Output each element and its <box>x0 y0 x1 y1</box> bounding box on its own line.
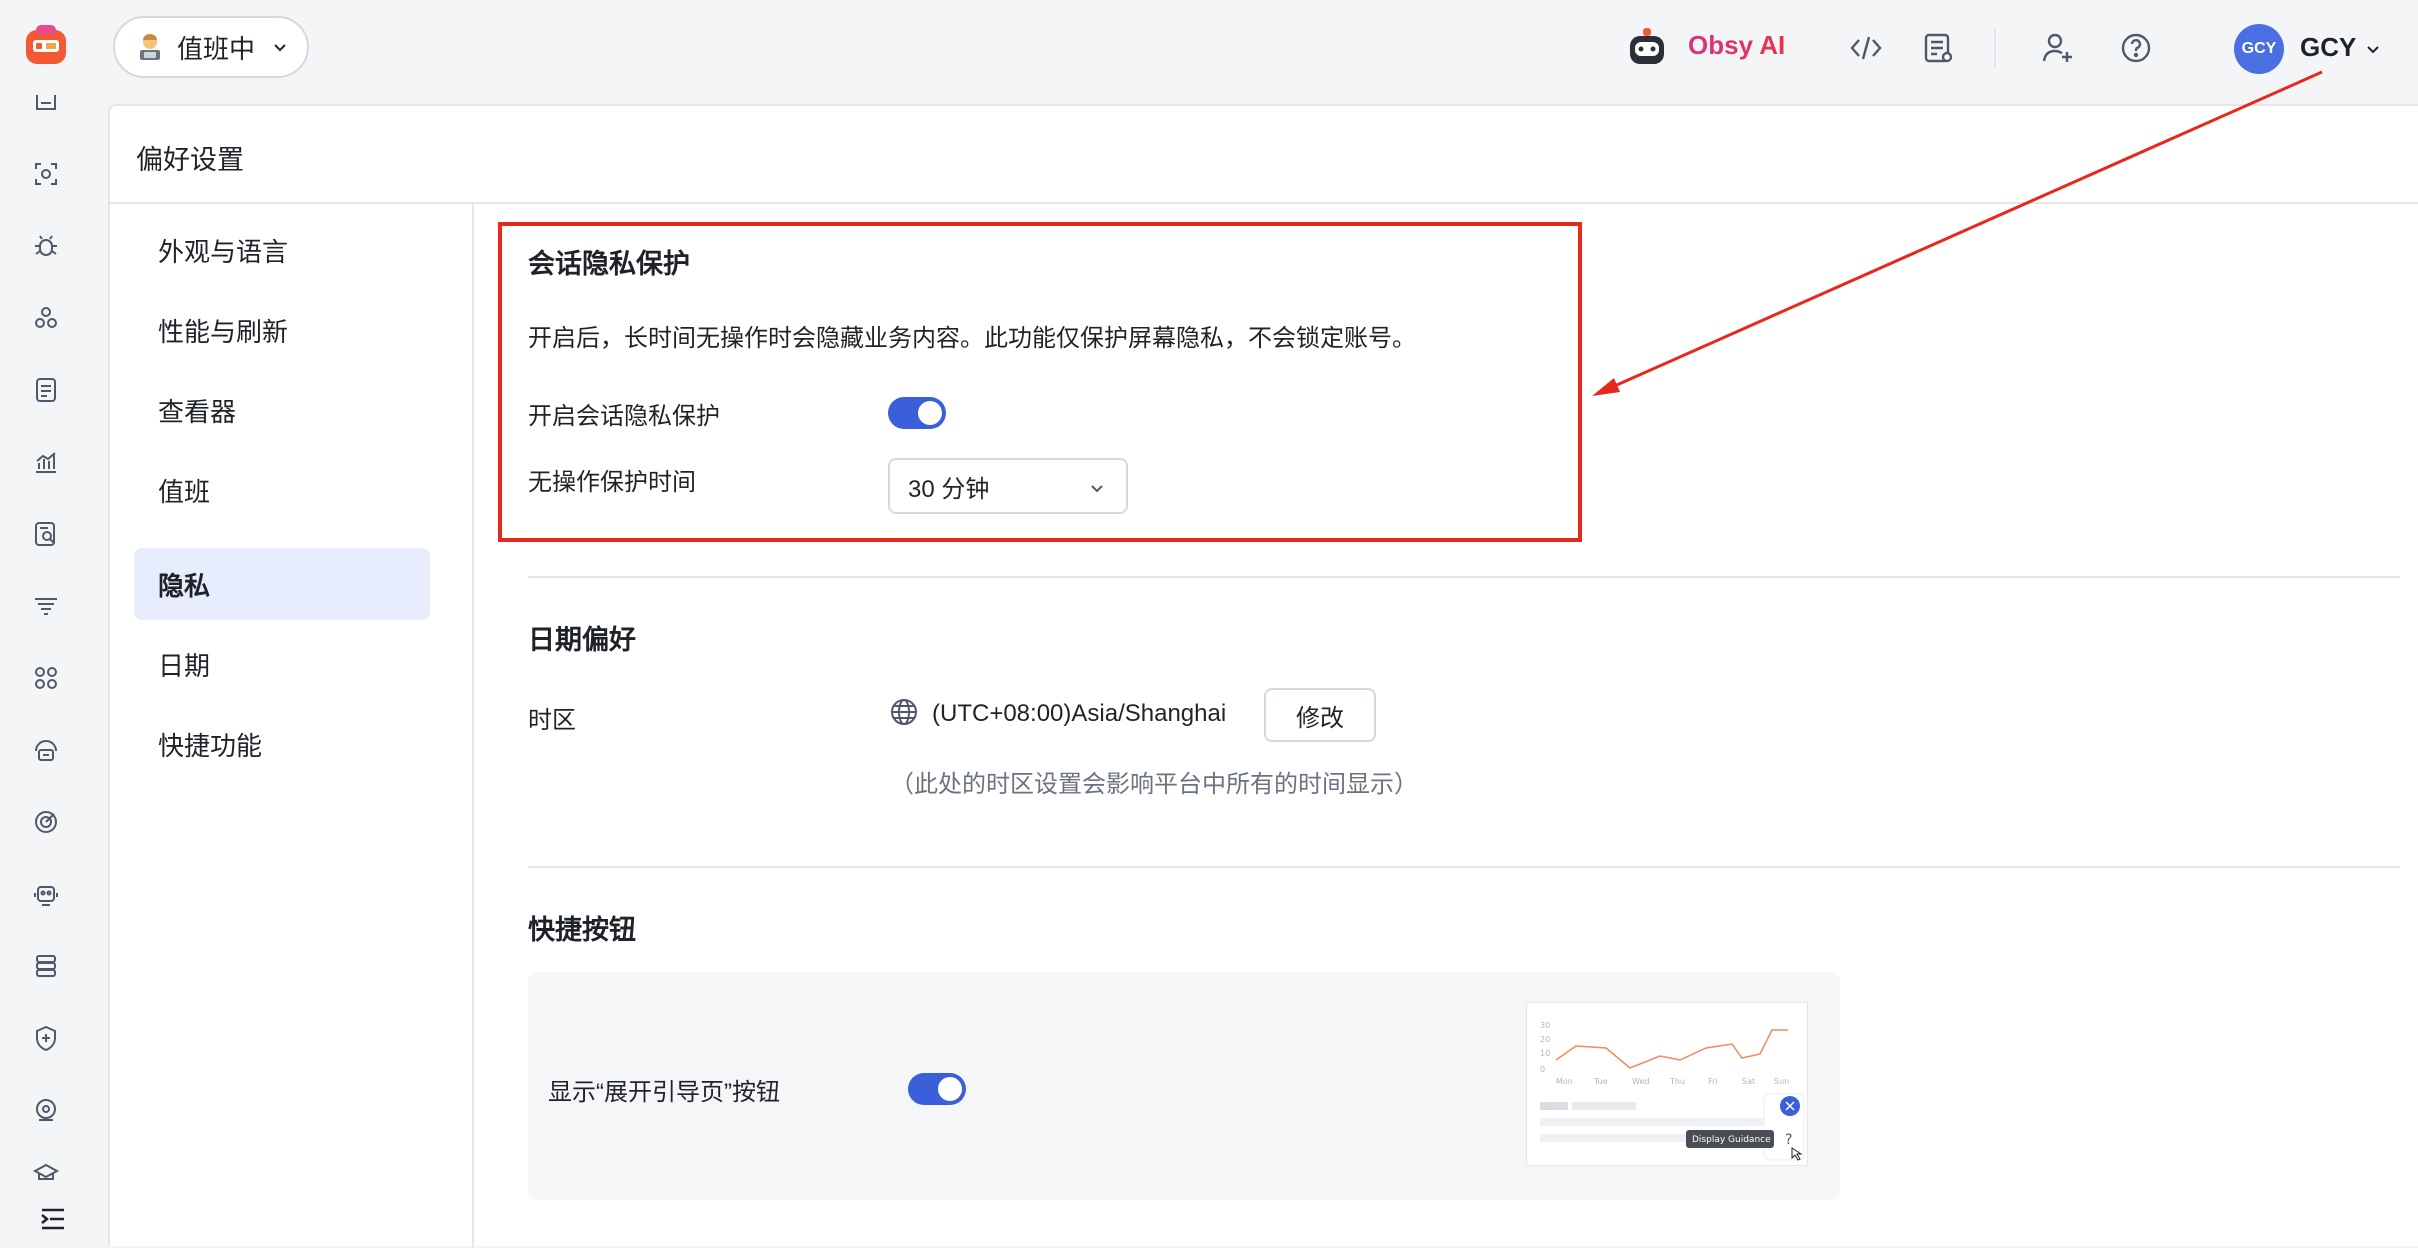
apps-grid-icon[interactable] <box>28 660 64 696</box>
filter-lines-icon[interactable] <box>28 588 64 624</box>
code-icon[interactable] <box>1846 28 1886 68</box>
user-name[interactable]: GCY <box>2300 32 2356 63</box>
nav-item-viewer[interactable]: 查看器 <box>134 374 430 446</box>
privacy-timeout-label: 无操作保护时间 <box>528 469 696 496</box>
user-avatar[interactable]: GCY <box>2234 24 2284 74</box>
search-report-icon[interactable] <box>28 516 64 552</box>
scan-target-icon[interactable] <box>28 156 64 192</box>
hat-icon[interactable] <box>28 1160 64 1184</box>
left-icon-rail <box>0 0 92 1246</box>
preview-axis-day: Thu <box>1669 1077 1685 1086</box>
svg-text:?: ? <box>1785 1132 1792 1148</box>
cloud-service-icon[interactable] <box>28 732 64 768</box>
panel-header: 偏好设置 <box>110 106 2418 204</box>
timezone-value: (UTC+08:00)Asia/Shanghai <box>932 700 1227 727</box>
edit-timezone-button[interactable]: 修改 <box>1264 688 1376 742</box>
nav-item-duty[interactable]: 值班 <box>134 454 430 526</box>
date-section-title: 日期偏好 <box>528 625 636 655</box>
app-logo[interactable] <box>24 24 68 68</box>
privacy-section-title: 会话隐私保护 <box>528 249 690 279</box>
duty-status-label: 值班中 <box>177 33 256 64</box>
document-icon[interactable] <box>28 372 64 408</box>
help-icon[interactable] <box>2116 28 2156 68</box>
privacy-timeout-value: 30 分钟 <box>908 475 990 503</box>
preview-tooltip: Display Guidance <box>1692 1135 1771 1145</box>
privacy-description: 开启后，长时间无操作时会隐藏业务内容。此功能仅保护屏幕隐私，不会锁定账号。 <box>528 325 1416 352</box>
notes-icon[interactable] <box>1918 28 1958 68</box>
bug-icon[interactable] <box>28 228 64 264</box>
nav-item-shortcuts[interactable]: 快捷功能 <box>134 708 430 780</box>
chevron-down-icon <box>1091 485 1103 493</box>
preview-axis-tick: 30 <box>1540 1021 1550 1030</box>
cluster-icon[interactable] <box>28 300 64 336</box>
obsy-ai-label[interactable]: Obsy AI <box>1688 30 1785 61</box>
duty-status-button[interactable]: 值班中 <box>113 16 309 78</box>
guide-toggle-label: 显示“展开引导页”按钮 <box>548 1079 780 1106</box>
preview-axis-tick: 20 <box>1540 1035 1550 1044</box>
section-divider <box>528 866 2400 868</box>
privacy-toggle[interactable] <box>888 397 946 429</box>
quick-section-title: 快捷按钮 <box>528 915 636 945</box>
section-divider <box>528 576 2400 578</box>
topbar-divider <box>1994 28 1996 68</box>
preferences-nav: 外观与语言 性能与刷新 查看器 值班 隐私 日期 快捷功能 <box>110 204 474 1248</box>
timezone-label: 时区 <box>528 707 576 734</box>
nav-item-privacy[interactable]: 隐私 <box>134 548 430 620</box>
preview-axis-day: Fri <box>1708 1077 1718 1086</box>
preview-axis-day: Sun <box>1774 1077 1789 1086</box>
preview-axis-tick: 10 <box>1540 1049 1550 1058</box>
obsy-ai-robot-icon[interactable] <box>1622 22 1672 72</box>
add-user-icon[interactable] <box>2038 28 2078 68</box>
preview-axis-tick: 0 <box>1540 1065 1545 1074</box>
robot-icon[interactable] <box>28 876 64 912</box>
preview-axis-day: Wed <box>1632 1077 1649 1086</box>
preview-axis-day: Mon <box>1556 1077 1573 1086</box>
collapse-menu-icon[interactable] <box>36 1202 70 1236</box>
globe-icon <box>888 696 920 728</box>
timezone-note: （此处的时区设置会影响平台中所有的时间显示） <box>890 771 1418 798</box>
user-menu-chevron-icon[interactable] <box>2364 40 2382 58</box>
camera-icon[interactable] <box>28 1092 64 1128</box>
privacy-timeout-select[interactable]: 30 分钟 <box>888 458 1128 514</box>
page-title: 偏好设置 <box>136 145 244 175</box>
nav-item-performance[interactable]: 性能与刷新 <box>134 294 430 366</box>
nav-item-appearance[interactable]: 外观与语言 <box>134 214 430 286</box>
list-icon[interactable] <box>28 86 64 122</box>
nav-item-date[interactable]: 日期 <box>134 628 430 700</box>
radar-icon[interactable] <box>28 804 64 840</box>
technologist-emoji-icon <box>140 34 160 60</box>
layers-icon[interactable] <box>28 948 64 984</box>
preview-axis-day: Tue <box>1593 1077 1608 1086</box>
chevron-down-icon <box>274 44 286 52</box>
privacy-toggle-label: 开启会话隐私保护 <box>528 403 720 430</box>
guidance-preview-image: 30 20 10 0 Mon Tue Wed Thu Fri Sat Sun D… <box>1526 1002 1808 1166</box>
preview-axis-day: Sat <box>1742 1077 1755 1086</box>
chart-icon[interactable] <box>28 444 64 480</box>
guide-toggle[interactable] <box>908 1073 966 1105</box>
shield-plus-icon[interactable] <box>28 1020 64 1056</box>
